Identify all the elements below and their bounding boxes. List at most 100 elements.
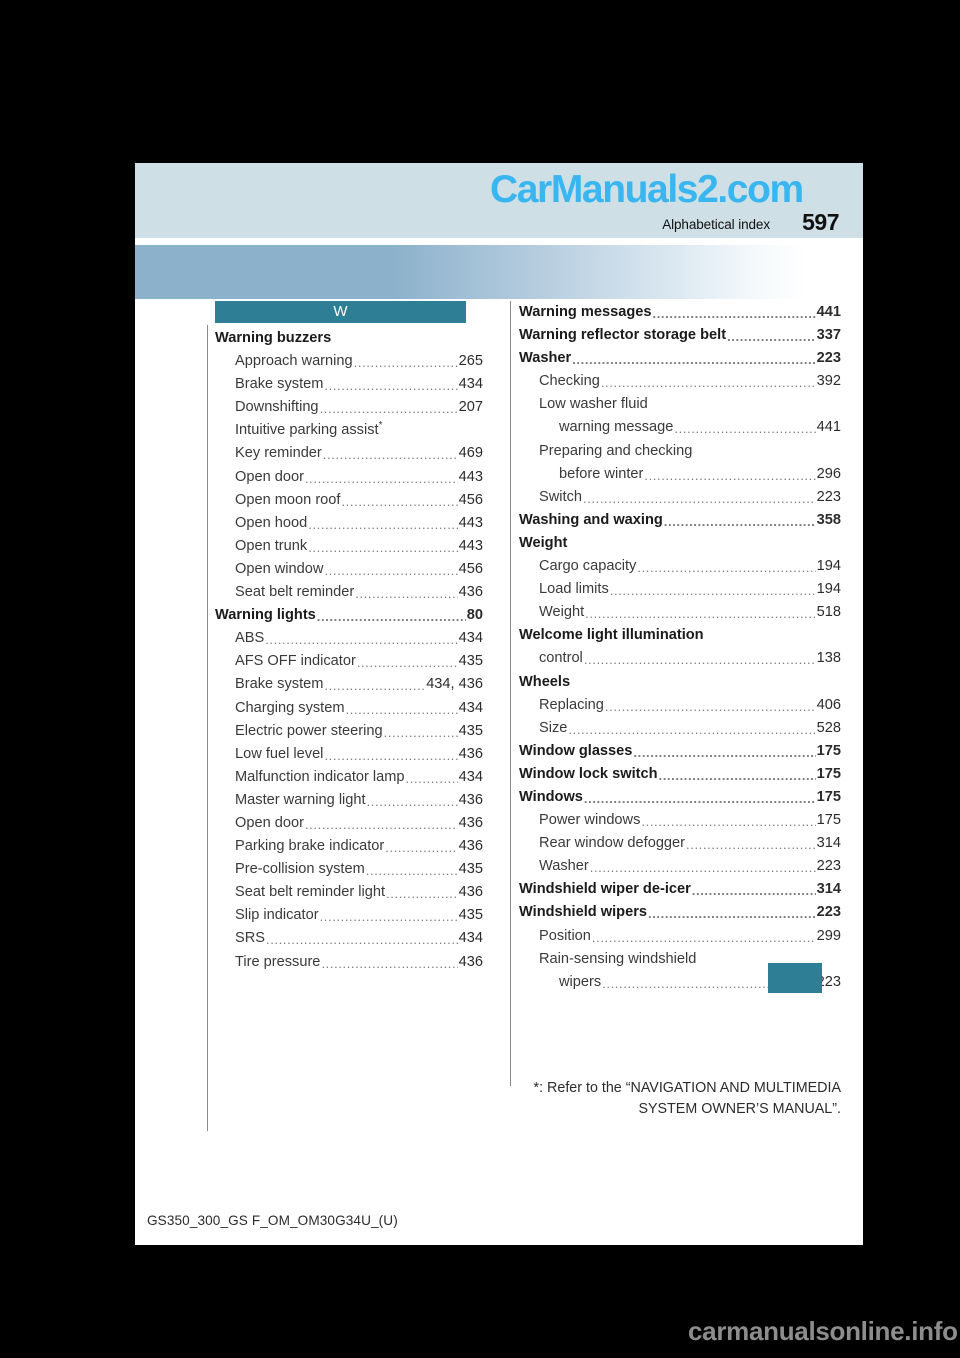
dot-leader	[320, 405, 458, 419]
index-entry[interactable]: Master warning light 436	[215, 789, 483, 812]
index-entry[interactable]: Approach warning 265	[215, 350, 483, 373]
index-entry-label: Windshield wiper de-icer	[519, 881, 691, 898]
index-entry[interactable]: Brake system 434, 436	[215, 673, 483, 696]
index-entry-page: 436	[458, 745, 483, 762]
index-entry[interactable]: Downshifting 207	[215, 396, 483, 419]
dot-leader	[305, 475, 458, 489]
index-entry-label: Switch	[539, 488, 582, 505]
index-entry[interactable]: Size 528	[519, 717, 841, 740]
index-entry[interactable]: Weight	[519, 532, 841, 555]
index-entry[interactable]: Open door 436	[215, 812, 483, 835]
index-entry-label: Washing and waxing	[519, 511, 663, 528]
index-entry-page: 358	[816, 511, 841, 528]
index-entry[interactable]: Tire pressure 436	[215, 951, 483, 974]
index-entry[interactable]: Key reminder 469	[215, 442, 483, 465]
index-entry[interactable]: Windshield wiper de-icer 314	[519, 878, 841, 901]
index-entry-page: 314	[816, 881, 841, 898]
index-entry-label: Position	[539, 927, 591, 944]
index-entry[interactable]: before winter 296	[519, 463, 841, 486]
dot-leader	[323, 452, 458, 466]
index-entry[interactable]: Slip indicator 435	[215, 904, 483, 927]
index-entry[interactable]: Welcome light illumination	[519, 624, 841, 647]
index-entry-page: 518	[816, 604, 841, 621]
index-entry[interactable]: Checking 392	[519, 370, 841, 393]
index-entry-label: Warning lights	[215, 607, 316, 624]
index-entry-page: 435	[458, 907, 483, 924]
index-entry[interactable]: Washer 223	[519, 347, 841, 370]
index-entry-page: 175	[816, 742, 841, 759]
index-entry[interactable]: Warning lights 80	[215, 604, 483, 627]
index-entry-label: wipers	[559, 973, 602, 990]
index-entry[interactable]: Seat belt reminder 436	[215, 581, 483, 604]
index-entry[interactable]: Warning buzzers	[215, 327, 483, 350]
index-entry[interactable]: Replacing 406	[519, 694, 841, 717]
index-entry[interactable]: Weight 518	[519, 601, 841, 624]
index-entry[interactable]: Malfunction indicator lamp 434	[215, 766, 483, 789]
index-entry-page: 434	[458, 376, 483, 393]
index-entry[interactable]: Rear window defogger 314	[519, 832, 841, 855]
index-entry-page: 435	[458, 722, 483, 739]
index-entry[interactable]: Low fuel level 436	[215, 743, 483, 766]
index-entry[interactable]: Window lock switch 175	[519, 763, 841, 786]
index-entry-label: Low fuel level	[235, 745, 324, 762]
side-tab-marker	[768, 963, 822, 993]
index-entry-label: Power windows	[539, 812, 641, 829]
index-entry[interactable]: Charging system 434	[215, 697, 483, 720]
index-entry[interactable]: Washing and waxing 358	[519, 509, 841, 532]
index-entry[interactable]: Washer 223	[519, 855, 841, 878]
dot-leader	[652, 310, 815, 324]
index-entry-label: Warning reflector storage belt	[519, 327, 727, 344]
index-entry[interactable]: Open moon roof 456	[215, 489, 483, 512]
dot-leader	[727, 333, 816, 347]
dot-leader	[346, 706, 458, 720]
index-entry[interactable]: Load limits 194	[519, 578, 841, 601]
index-entry[interactable]: Open trunk 443	[215, 535, 483, 558]
index-entry[interactable]: Cargo capacity 194	[519, 555, 841, 578]
index-entry[interactable]: SRS 434	[215, 927, 483, 950]
index-entry[interactable]: Windows 175	[519, 786, 841, 809]
index-entry[interactable]: Window glasses 175	[519, 740, 841, 763]
index-entry-page: 223	[816, 488, 841, 505]
index-entry[interactable]: Low washer fluid	[519, 393, 841, 416]
index-entry[interactable]: Warning reflector storage belt 337	[519, 324, 841, 347]
index-entry[interactable]: Open hood 443	[215, 512, 483, 535]
index-entry[interactable]: warning message 441	[519, 416, 841, 439]
index-entry[interactable]: control 138	[519, 647, 841, 670]
index-entry-label: ABS	[235, 630, 265, 647]
index-entry-label: Slip indicator	[235, 907, 319, 924]
index-entry[interactable]: Open window 456	[215, 558, 483, 581]
index-entry[interactable]: Warning messages 441	[519, 301, 841, 324]
index-entry-page: 456	[458, 560, 483, 577]
index-entry[interactable]: Position 299	[519, 925, 841, 948]
dot-leader	[637, 564, 815, 578]
index-entry[interactable]: ABS 434	[215, 627, 483, 650]
index-entry-label: Replacing	[539, 696, 604, 713]
index-entry[interactable]: Seat belt reminder light 436	[215, 881, 483, 904]
index-entry-label: Approach warning	[235, 353, 353, 370]
index-body: W Warning buzzers Approach warning 265 Brak…	[135, 301, 863, 1131]
index-entry[interactable]: Intuitive parking assist*	[215, 419, 483, 442]
column-rule-left	[207, 325, 209, 1131]
dot-leader	[354, 359, 458, 373]
dot-leader	[265, 636, 457, 650]
dot-leader	[308, 521, 457, 535]
index-entry[interactable]: Power windows 175	[519, 809, 841, 832]
index-entry[interactable]: AFS OFF indicator 435	[215, 650, 483, 673]
index-entry-page: 175	[816, 765, 841, 782]
dot-leader	[355, 590, 457, 604]
index-entry[interactable]: Open door 443	[215, 466, 483, 489]
index-entry[interactable]: Wheels	[519, 671, 841, 694]
index-entry-page: 441	[816, 304, 841, 320]
index-entry-label: Window lock switch	[519, 765, 658, 782]
index-entry[interactable]: Preparing and checking	[519, 440, 841, 463]
index-entry[interactable]: Brake system 434	[215, 373, 483, 396]
index-entry[interactable]: Windshield wipers 223	[519, 901, 841, 924]
index-entry[interactable]: Switch 223	[519, 486, 841, 509]
footnote-asterisk-marker: *	[378, 420, 383, 432]
dot-leader	[385, 844, 457, 858]
index-entry-page: 436	[458, 791, 483, 808]
dot-leader	[320, 913, 458, 927]
index-entry[interactable]: Parking brake indicator 436	[215, 835, 483, 858]
index-entry[interactable]: Electric power steering 435	[215, 720, 483, 743]
index-entry[interactable]: Pre-collision system 435	[215, 858, 483, 881]
